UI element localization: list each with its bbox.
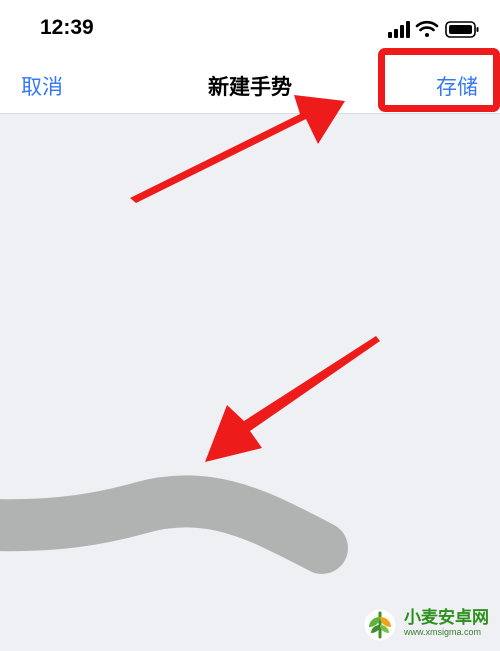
- gesture-stroke: [0, 475, 348, 574]
- watermark-name: 小麦安卓网: [404, 607, 489, 628]
- watermark: 小麦安卓网 www.xmsigma.com: [360, 600, 489, 646]
- annotation-overlay: [0, 95, 380, 574]
- watermark-logo-icon: [363, 608, 397, 642]
- watermark-url: www.xmsigma.com: [404, 626, 482, 637]
- watermark-text: 小麦安卓网 www.xmsigma.com: [404, 609, 489, 638]
- arrow-to-save-icon: [130, 95, 345, 203]
- arrow-to-gesture-icon: [205, 336, 380, 462]
